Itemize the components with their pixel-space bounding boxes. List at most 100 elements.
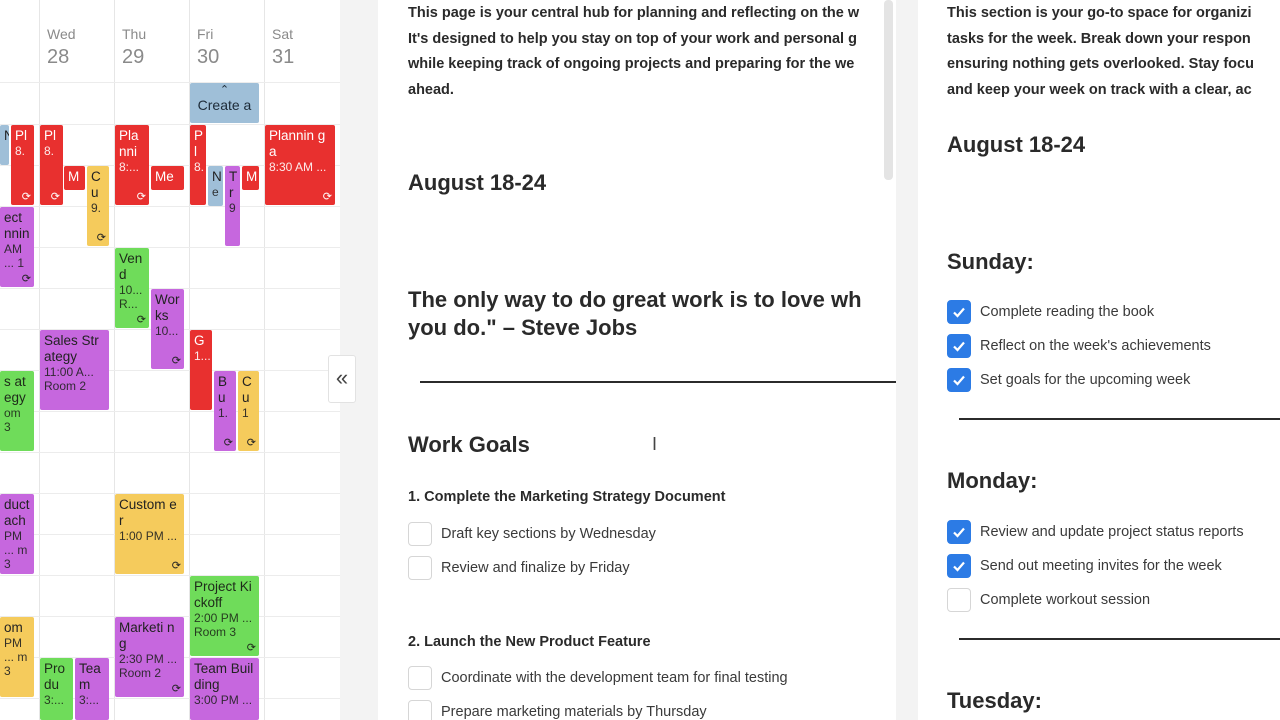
task-checkbox[interactable]: [408, 556, 432, 580]
task-item[interactable]: Review and update project status reports: [947, 520, 1244, 544]
task-checkbox[interactable]: [408, 522, 432, 546]
event-title: Pl: [194, 128, 204, 159]
check-icon: [953, 561, 965, 572]
calendar-event[interactable]: Pl 8.: [190, 125, 206, 205]
calendar-event[interactable]: M: [242, 166, 259, 190]
day-header-sat[interactable]: Sat 31: [265, 24, 340, 70]
create-event-button[interactable]: ⌃ Create a: [190, 83, 259, 123]
quote-line: The only way to do great work is to love…: [408, 287, 862, 312]
event-time: 9: [229, 201, 236, 215]
event-time: 2:00 PM ... Room 3: [194, 611, 253, 639]
recurring-icon: ⟳: [136, 191, 146, 203]
create-event-label: Create a: [197, 97, 252, 113]
calendar-event[interactable]: ect nnin AM ... 1 ⟳: [0, 207, 34, 287]
event-title: Pro du: [44, 661, 66, 692]
calendar-event[interactable]: Team Building 3:00 PM ...: [190, 658, 259, 720]
task-item[interactable]: Send out meeting invites for the week: [947, 554, 1222, 578]
calendar-event[interactable]: B u 1. ⟳: [214, 371, 236, 451]
event-title: B u: [218, 374, 228, 405]
event-title: Works: [155, 292, 180, 323]
chevron-up-icon: ⌃: [219, 84, 230, 96]
calendar-event[interactable]: Plannin g a 8:30 AM ... ⟳: [265, 125, 335, 205]
calendar-event[interactable]: Pro du 3:...: [40, 658, 73, 720]
task-checkbox[interactable]: [947, 368, 971, 392]
check-icon: [953, 527, 965, 538]
work-goals-heading: Work Goals: [408, 432, 530, 457]
recurring-icon: ⟳: [171, 683, 181, 695]
task-label: Draft key sections by Wednesday: [441, 526, 656, 542]
calendar-event[interactable]: Works 10... ⟳: [151, 289, 184, 369]
task-item[interactable]: Set goals for the upcoming week: [947, 368, 1190, 392]
calendar-event[interactable]: Planni 8:... ⟳: [115, 125, 149, 205]
calendar-event[interactable]: Cu 9. ⟳: [87, 166, 109, 246]
event-title: ect nnin: [4, 210, 30, 241]
task-checkbox[interactable]: [947, 334, 971, 358]
text-cursor-icon: I: [652, 434, 658, 454]
grid-line: [0, 575, 340, 576]
task-item[interactable]: Review and finalize by Friday: [408, 556, 630, 580]
calendar-event[interactable]: Vend 10... R... ⟳: [115, 248, 149, 328]
calendar-event[interactable]: Sales Strategy 11:00 A... Room 2: [40, 330, 109, 410]
calendar-event[interactable]: Tea m 3:...: [75, 658, 109, 720]
task-checkbox[interactable]: [408, 700, 432, 720]
event-title: duct ach: [4, 497, 30, 528]
day-header-fri[interactable]: Fri 30: [190, 24, 265, 70]
collapse-panel-button[interactable]: «: [328, 355, 356, 403]
calendar-event[interactable]: N: [0, 125, 9, 165]
task-checkbox[interactable]: [408, 666, 432, 690]
event-title: N: [212, 169, 222, 184]
task-item[interactable]: Coordinate with the development team for…: [408, 666, 788, 690]
intro-line: ahead.: [408, 82, 454, 98]
goal-title: 2. Launch the New Product Feature: [408, 634, 651, 650]
day-header-thu[interactable]: Thu 29: [115, 24, 190, 70]
event-time: om 3: [4, 406, 21, 434]
event-title: s ategy: [4, 374, 26, 405]
quote-line: you do." – Steve Jobs: [408, 315, 638, 340]
calendar-event[interactable]: duct ach PM ... m 3: [0, 494, 34, 574]
event-time: 1...: [194, 349, 211, 363]
calendar-event[interactable]: M: [64, 166, 85, 190]
day-header-wed[interactable]: Wed 28: [40, 24, 115, 70]
event-time: 8.: [44, 144, 55, 158]
calendar-event[interactable]: Custom er 1:00 PM ... ⟳: [115, 494, 184, 574]
sunday-heading: Sunday:: [947, 249, 1034, 274]
calendar-event[interactable]: Marketi ng 2:30 PM ... Room 2 ⟳: [115, 617, 184, 697]
calendar-event[interactable]: Me: [151, 166, 184, 190]
task-item[interactable]: Draft key sections by Wednesday: [408, 522, 656, 546]
calendar-event[interactable]: Project Kickoff 2:00 PM ... Room 3 ⟳: [190, 576, 259, 656]
date-heading: August 18-24: [947, 132, 1086, 157]
event-title: Me: [155, 169, 174, 184]
calendar-event[interactable]: om PM ... m 3: [0, 617, 34, 697]
task-checkbox[interactable]: [947, 554, 971, 578]
calendar-event[interactable]: s ategy om 3: [0, 371, 34, 451]
task-checkbox[interactable]: [947, 300, 971, 324]
day-name: Wed: [47, 26, 76, 42]
event-title: Vend: [119, 251, 143, 282]
recurring-icon: ⟳: [171, 560, 181, 572]
task-checkbox[interactable]: [947, 588, 971, 612]
event-title: Marketi ng: [119, 620, 175, 651]
calendar-event[interactable]: C u 1 ⟳: [238, 371, 259, 451]
double-chevron-left-icon: «: [335, 365, 349, 390]
task-item[interactable]: Reflect on the week's achievements: [947, 334, 1211, 358]
pane-divider[interactable]: [896, 0, 918, 720]
scrollbar-thumb[interactable]: [884, 0, 893, 180]
task-item[interactable]: Prepare marketing materials by Thursday: [408, 700, 707, 720]
calendar-event[interactable]: N e: [208, 166, 223, 206]
recurring-icon: ⟳: [223, 437, 233, 449]
task-checkbox[interactable]: [947, 520, 971, 544]
grid-line: [0, 206, 340, 207]
task-label: Reflect on the week's achievements: [980, 338, 1211, 354]
task-item[interactable]: Complete reading the book: [947, 300, 1154, 324]
event-title: Planni: [119, 128, 139, 159]
grid-line: [264, 0, 265, 720]
calendar-event[interactable]: G 1...: [190, 330, 212, 410]
event-title: M: [68, 169, 80, 184]
calendar-event[interactable]: Pl 8. ⟳: [11, 125, 34, 205]
recurring-icon: ⟳: [21, 273, 31, 285]
calendar-event[interactable]: Tr 9: [225, 166, 240, 246]
event-time: PM ... m 3: [4, 529, 28, 571]
day-name: Thu: [122, 26, 147, 42]
calendar-event[interactable]: Pl 8. ⟳: [40, 125, 63, 205]
task-item[interactable]: Complete workout session: [947, 588, 1150, 612]
